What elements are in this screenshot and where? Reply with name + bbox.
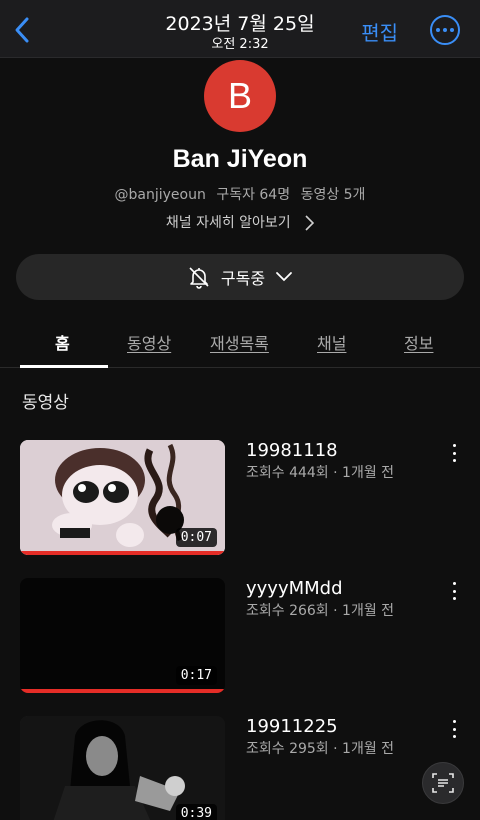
tab-home[interactable]: 홈 [55,330,70,354]
video-menu-button[interactable] [450,720,458,738]
kebab-menu-icon [452,720,456,723]
channel-meta: @banjiyeoun 구독자 64명 동영상 5개 [0,184,480,204]
video-title[interactable]: 19981118 [246,440,338,461]
tab-playlists[interactable]: 재생목록 [210,330,269,354]
subscriber-count: 구독자 64명 [216,187,291,203]
header-time: 오전 2:32 [211,37,269,52]
video-item[interactable]: 0:39 19911225 조회수 295회 · 1개월 전 [20,716,480,820]
video-menu-button[interactable] [450,582,458,600]
kebab-menu-icon [452,582,456,585]
video-item[interactable]: 0:17 yyyyMMdd 조회수 266회 · 1개월 전 [20,578,480,694]
tab-videos[interactable]: 동영상 [127,330,171,354]
video-menu-button[interactable] [450,444,458,462]
video-count: 동영상 5개 [300,187,366,203]
channel-handle: @banjiyeoun [114,187,206,203]
video-title[interactable]: 19911225 [246,716,338,737]
section-title: 동영상 [22,393,69,413]
bell-off-icon [189,267,209,289]
chevron-down-icon [276,272,292,282]
channel-more-info-link[interactable]: 채널 자세히 알아보기 [0,212,480,232]
video-duration: 0:07 [175,528,217,547]
header-date: 2023년 7월 25일 [165,13,315,35]
video-duration: 0:39 [175,804,217,820]
subscribed-label: 구독중 [220,269,266,288]
channel-tabs: 홈 동영상 재생목록 채널 정보 [0,318,480,368]
video-thumbnail[interactable]: 0:17 [20,578,225,693]
text-scan-icon [432,773,454,793]
video-thumbnail[interactable]: 0:39 [20,716,225,820]
channel-name: Ban JiYeon [172,145,308,173]
video-meta: 조회수 266회 · 1개월 전 [246,603,395,619]
chevron-right-icon [305,215,315,231]
more-info-label: 채널 자세히 알아보기 [165,215,291,231]
tab-about[interactable]: 정보 [404,330,433,354]
video-meta: 조회수 444회 · 1개월 전 [246,465,395,481]
more-options-button[interactable] [430,15,460,45]
video-thumbnail[interactable]: 0:07 [20,440,225,555]
channel-avatar[interactable]: B [204,60,276,132]
edit-button[interactable]: 편집 [361,17,398,46]
live-text-button[interactable] [422,762,464,804]
video-title[interactable]: yyyyMMdd [246,578,343,599]
kebab-menu-icon [452,444,456,447]
subscribed-button[interactable]: 구독중 [16,254,464,300]
tab-channels[interactable]: 채널 [317,330,346,354]
watch-progress-bar [20,551,225,555]
more-circle-icon [436,28,440,32]
video-item[interactable]: 0:07 19981118 조회수 444회 · 1개월 전 [20,440,480,556]
watch-progress-bar [20,689,225,693]
top-bar: 2023년 7월 25일 오전 2:32 편집 [0,0,480,58]
video-meta: 조회수 295회 · 1개월 전 [246,741,395,757]
active-tab-indicator [20,365,108,368]
video-duration: 0:17 [175,666,217,685]
